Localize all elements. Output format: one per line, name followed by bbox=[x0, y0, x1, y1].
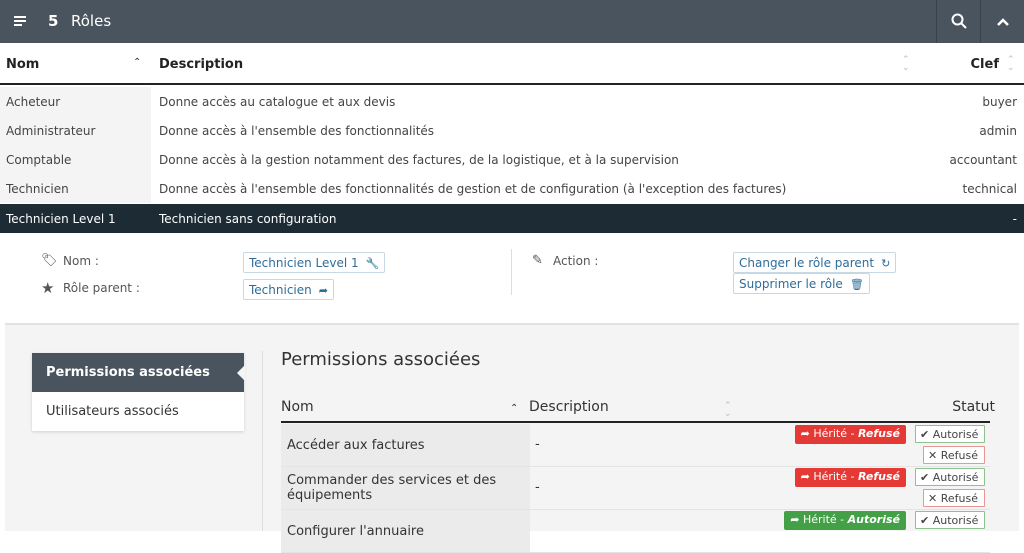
role-name: Technicien Level 1 bbox=[0, 204, 151, 233]
permission-row: Configurer l'annuaire ➦ Hérité - Autoris… bbox=[281, 510, 990, 553]
inherited-label: Hérité - bbox=[813, 427, 855, 440]
parent-label: Rôle parent : bbox=[63, 281, 140, 295]
role-key: buyer bbox=[982, 95, 1017, 109]
sort-icon[interactable]: ⌃ ⌄ bbox=[1007, 56, 1015, 73]
change-parent-button[interactable]: Changer le rôle parent ↻ bbox=[733, 252, 897, 273]
table-header: Nom ⌃ Description ⌃ ⌄ Clef ⌃ ⌄ bbox=[0, 43, 1024, 85]
inherited-label: Hérité - bbox=[802, 513, 845, 526]
divider bbox=[262, 351, 263, 531]
delete-role-button[interactable]: Supprimer le rôle 🗑 bbox=[733, 273, 870, 294]
role-key: accountant bbox=[949, 153, 1017, 167]
allow-button[interactable]: ✔ Autorisé bbox=[915, 468, 985, 486]
role-name: Acheteur bbox=[0, 87, 151, 116]
allow-label: Autorisé bbox=[932, 514, 979, 527]
inherited-label: Hérité - bbox=[813, 470, 855, 483]
role-count: 5 bbox=[48, 12, 59, 30]
permission-name: Commander des services et des équipement… bbox=[281, 467, 530, 509]
role-key: - bbox=[1012, 212, 1017, 226]
permission-description: - bbox=[535, 480, 540, 495]
col-nom[interactable]: Nom bbox=[281, 399, 314, 415]
inherited-state: Autorisé bbox=[847, 513, 900, 526]
role-key: admin bbox=[979, 124, 1017, 138]
star-icon: ★ bbox=[41, 279, 55, 297]
table-row[interactable]: Administrateur Donne accès à l'ensemble … bbox=[0, 116, 1024, 145]
allow-button[interactable]: ✔ Autorisé bbox=[915, 511, 985, 529]
role-name-value: Technicien Level 1 bbox=[249, 256, 359, 270]
role-info: 🏷 Nom : ★ Rôle parent : Technicien Level… bbox=[5, 233, 1019, 325]
top-bar: 5 Rôles bbox=[0, 0, 1024, 43]
table-row[interactable]: Acheteur Donne accès au catalogue et aux… bbox=[0, 87, 1024, 116]
deny-button[interactable]: ✕ Refusé bbox=[923, 446, 985, 464]
col-clef[interactable]: Clef bbox=[971, 57, 999, 72]
name-label: Nom : bbox=[63, 254, 99, 268]
permission-name: Accéder aux factures bbox=[281, 424, 530, 466]
col-description[interactable]: Description bbox=[529, 399, 609, 415]
permission-row: Commander des services et des équipement… bbox=[281, 467, 990, 510]
sort-asc-icon[interactable]: ⌃ bbox=[133, 58, 141, 68]
tab-users[interactable]: Utilisateurs associés bbox=[32, 392, 244, 431]
wrench-icon: 🔧 bbox=[365, 257, 380, 270]
chevron-up-icon bbox=[997, 18, 1009, 26]
inherited-state: Refusé bbox=[857, 470, 900, 483]
role-detail-panel: 🏷 Nom : ★ Rôle parent : Technicien Level… bbox=[5, 233, 1019, 553]
allow-label: Autorisé bbox=[932, 428, 979, 441]
permissions-header: Nom ⌃ Description ⌃ ⌄ Statut bbox=[281, 397, 995, 423]
deny-label: Refusé bbox=[940, 449, 978, 462]
tab-permissions[interactable]: Permissions associées bbox=[32, 353, 245, 392]
page-title: Rôles bbox=[71, 12, 112, 30]
menu-icon[interactable] bbox=[14, 14, 28, 28]
share-icon: ➦ bbox=[318, 284, 328, 297]
inherited-allowed-badge: ➦ Hérité - Autorisé bbox=[784, 511, 906, 530]
role-key: technical bbox=[962, 182, 1017, 196]
role-name: Administrateur bbox=[0, 116, 151, 145]
refresh-icon: ↻ bbox=[881, 257, 891, 270]
col-nom[interactable]: Nom bbox=[6, 57, 39, 72]
role-description: Donne accès au catalogue et aux devis bbox=[159, 95, 396, 109]
divider bbox=[511, 249, 512, 295]
sort-icon[interactable]: ⌃ ⌄ bbox=[724, 402, 732, 419]
collapse-button[interactable] bbox=[980, 0, 1024, 43]
table-row-selected[interactable]: Technicien Level 1 Technicien sans confi… bbox=[0, 204, 1024, 233]
permission-description: - bbox=[535, 437, 540, 452]
col-description[interactable]: Description bbox=[159, 57, 243, 72]
tag-icon: 🏷 bbox=[41, 253, 58, 268]
table-row[interactable]: Comptable Donne accès à la gestion notam… bbox=[0, 145, 1024, 174]
role-description: Technicien sans configuration bbox=[159, 212, 337, 226]
col-statut[interactable]: Statut bbox=[952, 399, 995, 415]
role-description: Donne accès à l'ensemble des fonctionnal… bbox=[159, 182, 787, 196]
role-name: Comptable bbox=[0, 145, 151, 174]
sort-asc-icon[interactable]: ⌃ bbox=[510, 404, 518, 414]
allow-label: Autorisé bbox=[932, 471, 979, 484]
delete-role-label: Supprimer le rôle bbox=[739, 277, 843, 291]
deny-label: Refusé bbox=[940, 492, 978, 505]
permissions-title: Permissions associées bbox=[281, 349, 481, 370]
deny-button[interactable]: ✕ Refusé bbox=[923, 489, 985, 507]
inherited-state: Refusé bbox=[857, 427, 900, 440]
search-button[interactable] bbox=[936, 0, 980, 43]
pencil-icon: ✎ bbox=[532, 253, 543, 268]
inherited-denied-badge: ➦ Hérité - Refusé bbox=[794, 425, 906, 444]
search-icon bbox=[951, 13, 967, 29]
permission-name: Configurer l'annuaire bbox=[281, 510, 530, 552]
parent-role-link[interactable]: Technicien ➦ bbox=[243, 279, 334, 300]
role-name-button[interactable]: Technicien Level 1 🔧 bbox=[243, 252, 386, 273]
table-row[interactable]: Technicien Donne accès à l'ensemble des … bbox=[0, 174, 1024, 203]
trash-icon: 🗑 bbox=[849, 278, 864, 291]
role-description: Donne accès à la gestion notamment des f… bbox=[159, 153, 679, 167]
role-description: Donne accès à l'ensemble des fonctionnal… bbox=[159, 124, 435, 138]
allow-button[interactable]: ✔ Autorisé bbox=[915, 425, 985, 443]
parent-role-value: Technicien bbox=[249, 283, 312, 297]
detail-tabs: Permissions associées Utilisateurs assoc… bbox=[32, 353, 245, 431]
sort-icon[interactable]: ⌃ ⌄ bbox=[902, 56, 910, 73]
inherited-denied-badge: ➦ Hérité - Refusé bbox=[794, 468, 906, 487]
permission-row: Accéder aux factures - ➦ Hérité - Refusé… bbox=[281, 424, 990, 467]
role-name: Technicien bbox=[0, 174, 151, 203]
action-label: Action : bbox=[553, 254, 599, 268]
change-parent-label: Changer le rôle parent bbox=[739, 256, 875, 270]
